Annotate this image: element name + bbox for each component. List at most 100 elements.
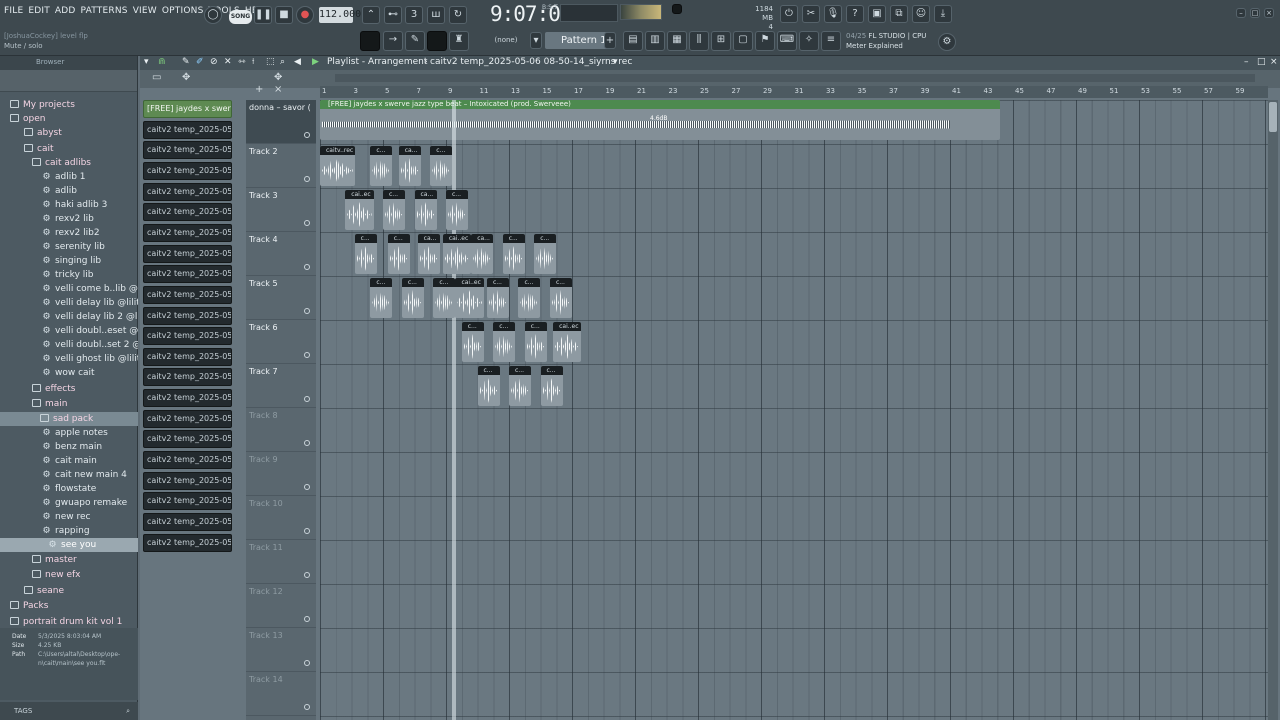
pencil-tool-icon[interactable]: ✎ xyxy=(405,31,425,51)
track-header[interactable]: Track 4 xyxy=(246,232,316,276)
plugin-icon[interactable]: ⧉ xyxy=(890,5,908,23)
browser-folder[interactable]: Packs xyxy=(0,599,138,613)
vocal-audio-clip[interactable]: c... xyxy=(549,278,572,318)
browser-folder[interactable]: cait xyxy=(0,142,138,156)
track-mute-dot[interactable] xyxy=(304,616,310,622)
channel-routing-icon[interactable]: ⊞ xyxy=(711,31,731,51)
browser-file[interactable]: ⚙ benz main xyxy=(0,440,138,454)
vocal-audio-clip[interactable]: ca... xyxy=(398,146,421,186)
picker-clip[interactable]: caitv2 temp_2025-05-06... xyxy=(143,120,232,139)
browser-file[interactable]: ⚙ velli ghost lib @lilith xyxy=(0,352,138,366)
vocal-audio-clip[interactable]: c... xyxy=(540,366,563,406)
picker-clip[interactable]: caitv2 temp_2025-05-06... xyxy=(143,161,232,180)
mixer-icon[interactable]: ⫼ xyxy=(689,31,709,51)
browser-file[interactable]: ⚙ see you xyxy=(0,538,138,552)
color-swatch-icon[interactable] xyxy=(427,31,447,51)
vocal-audio-clip[interactable]: c... xyxy=(477,366,500,406)
browser-file[interactable]: ⚙ haki adlib 3 xyxy=(0,198,138,212)
vocal-audio-clip[interactable]: c... xyxy=(493,322,516,362)
picker-clip[interactable]: caitv2 temp_2025-05-06... xyxy=(143,265,232,284)
vocal-audio-clip[interactable]: c... xyxy=(509,366,532,406)
picker-clip[interactable]: caitv2 temp_2025-05-06... xyxy=(143,141,232,160)
vocal-audio-clip[interactable]: c... xyxy=(383,190,406,230)
browser-file[interactable]: ⚙ velli delay lib 2 @lilith xyxy=(0,310,138,324)
browser-file[interactable]: ⚙ flowstate xyxy=(0,482,138,496)
vocal-audio-clip[interactable]: c... xyxy=(461,322,484,362)
track-header[interactable]: Track 13 xyxy=(246,628,316,672)
playlist-icon[interactable]: ▤ xyxy=(623,31,643,51)
arrangement-grid[interactable]: [FREE] jaydes x swerve jazz type beat – … xyxy=(320,100,1268,720)
picker-clip[interactable]: caitv2 temp_2025-05-06... xyxy=(143,244,232,263)
maximize-icon[interactable]: □ xyxy=(1250,8,1260,18)
menu-add[interactable]: ADD xyxy=(55,6,76,16)
cut-icon[interactable]: ✂ xyxy=(802,5,820,23)
vocal-audio-clip[interactable]: ca... xyxy=(471,234,494,274)
vertical-scrollbar[interactable] xyxy=(1268,100,1278,720)
vocal-audio-clip[interactable]: c... xyxy=(518,278,541,318)
vocal-audio-clip[interactable]: c... xyxy=(387,234,410,274)
add-track-icon[interactable]: ✥ xyxy=(274,72,282,83)
picker-clip[interactable]: caitv2 temp_2025-05-06... xyxy=(143,347,232,366)
menu-file[interactable]: FILE xyxy=(4,6,23,16)
picker-icon[interactable]: ▭ xyxy=(152,72,161,83)
menu-patterns[interactable]: PATTERNS xyxy=(81,6,128,16)
pencil-icon[interactable]: ✎ xyxy=(182,57,190,67)
magnet-icon[interactable]: ⋒ xyxy=(158,57,166,67)
track-header[interactable]: Track 5 xyxy=(246,276,316,320)
clip-title-arrow[interactable]: ▾ xyxy=(613,57,618,67)
picker-clip[interactable]: caitv2 temp_2025-05-06... xyxy=(143,471,232,490)
picker-clip[interactable]: caitv2 temp_2025-05-06... xyxy=(143,533,232,552)
browser-file[interactable]: ⚙ tricky lib xyxy=(0,268,138,282)
browser-folder[interactable]: master xyxy=(0,553,138,567)
track-mute-dot[interactable] xyxy=(304,176,310,182)
browser-folder[interactable]: My projects xyxy=(0,98,138,112)
picker-clip[interactable]: [FREE] jaydes x swer... xyxy=(143,100,232,118)
picker-clip[interactable]: caitv2 temp_2025-05-06... xyxy=(143,409,232,428)
vocal-audio-clip[interactable]: c... xyxy=(502,234,525,274)
browser-file[interactable]: ⚙ velli delay lib @lilith xyxy=(0,296,138,310)
vocal-audio-clip[interactable]: cai..ec xyxy=(345,190,374,230)
wait-input-icon[interactable]: ⊷ xyxy=(384,6,402,24)
browser-file[interactable]: ⚙ wow cait xyxy=(0,366,138,380)
track-header[interactable]: Track 11 xyxy=(246,540,316,584)
browser-file[interactable]: ⚙ rapping xyxy=(0,524,138,538)
playlist-menu-icon[interactable]: ▾ xyxy=(144,57,149,67)
play-arrangement-icon[interactable]: ▶ xyxy=(312,57,319,67)
horizontal-scrollbar[interactable] xyxy=(335,74,1255,82)
menu-edit[interactable]: EDIT xyxy=(28,6,50,16)
track-header[interactable]: Track 14 xyxy=(246,672,316,716)
select-icon[interactable]: ⬚ xyxy=(266,57,275,67)
browser-folder[interactable]: open xyxy=(0,112,138,126)
picker-clip[interactable]: caitv2 temp_2025-05-06... xyxy=(143,430,232,449)
add-icon[interactable]: + xyxy=(255,84,263,95)
browser-folder[interactable]: new efx xyxy=(0,568,138,582)
snap-color-icon[interactable] xyxy=(360,31,380,51)
vocal-audio-clip[interactable]: ca... xyxy=(417,234,440,274)
browser-file[interactable]: ⚙ rexv2 lib xyxy=(0,212,138,226)
browser-folder[interactable]: seane xyxy=(0,584,138,598)
browser-folder[interactable]: effects xyxy=(0,382,138,396)
move-icon[interactable]: ✥ xyxy=(182,72,190,83)
picker-clip[interactable]: caitv2 temp_2025-05-06... xyxy=(143,306,232,325)
browser-file[interactable]: ⚙ singing lib xyxy=(0,254,138,268)
vocal-audio-clip[interactable]: caitv..rec xyxy=(320,146,355,186)
pause-icon[interactable]: ❚❚ xyxy=(254,6,272,24)
pattern-song-toggle[interactable]: SONG xyxy=(229,10,252,24)
picker-clip[interactable]: caitv2 temp_2025-05-06... xyxy=(143,285,232,304)
browser-file[interactable]: ⚙ apple notes xyxy=(0,426,138,440)
delete-icon[interactable]: ⊘ xyxy=(210,57,218,67)
snap-select[interactable]: (none) xyxy=(482,33,530,48)
browser-file[interactable]: ⚙ velli doubl..eset @lilith xyxy=(0,324,138,338)
browser-file[interactable]: ⚙ cait main xyxy=(0,454,138,468)
mute-icon[interactable]: ✕ xyxy=(224,57,232,67)
channel-rack-icon[interactable]: ▦ xyxy=(667,31,687,51)
browser-file[interactable]: ⚙ cait new main 4 xyxy=(0,468,138,482)
picker-clip[interactable]: caitv2 temp_2025-05-06... xyxy=(143,368,232,387)
vocal-audio-clip[interactable]: c... xyxy=(370,278,393,318)
vocal-audio-clip[interactable]: cai..ec xyxy=(553,322,582,362)
browser-file[interactable]: ⚙ gwuapo remake xyxy=(0,496,138,510)
vocal-audio-clip[interactable]: ca... xyxy=(414,190,437,230)
timeline-ruler[interactable]: 1 3 5 7 9 11 13 15 17 19 21 23 25 27 29 31 33 35 37 39 41 43 4… xyxy=(320,86,1268,98)
countdown-icon[interactable]: 3 xyxy=(405,6,423,24)
picker-clip[interactable]: caitv2 temp_2025-05-06... xyxy=(143,182,232,201)
